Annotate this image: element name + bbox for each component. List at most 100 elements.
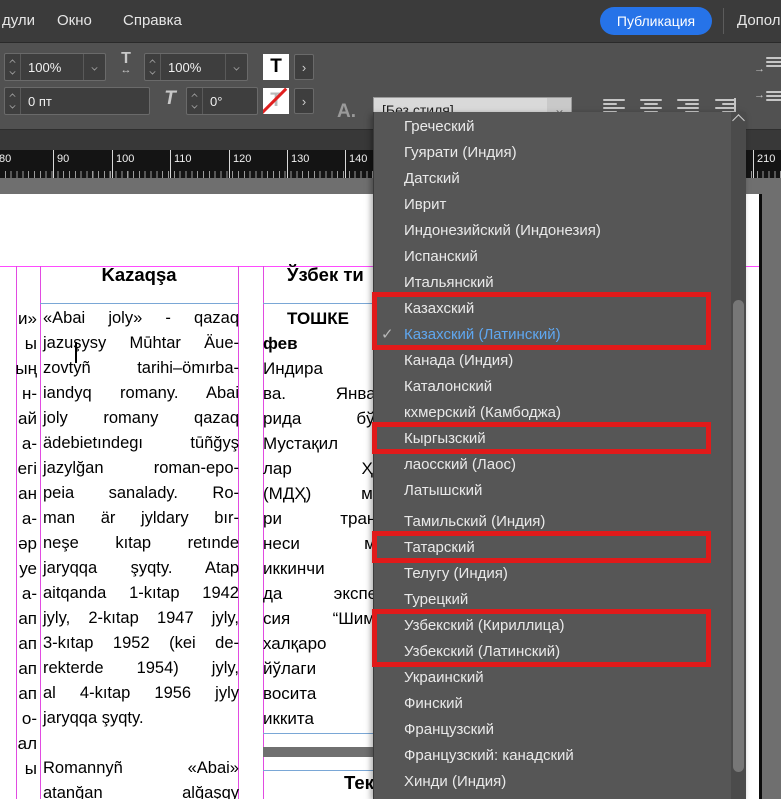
flyout-arrow-button[interactable]: › bbox=[294, 54, 314, 80]
text-line-fragment: ап bbox=[18, 609, 37, 628]
text-line: aitqanda 1-kıtap 1942 bbox=[43, 584, 239, 602]
language-option[interactable]: Латышский bbox=[374, 477, 731, 503]
annotation-highlight-box bbox=[372, 422, 711, 454]
scroll-up-icon[interactable] bbox=[732, 114, 745, 127]
stepper-arrows-icon[interactable] bbox=[5, 54, 21, 80]
skew-angle-value[interactable]: 0° bbox=[203, 94, 257, 109]
text-line-fragment: ап bbox=[18, 659, 37, 678]
indesign-window: дули Окно Справка Публикация Допол 100% … bbox=[0, 0, 781, 799]
language-option[interactable]: Датский bbox=[374, 165, 731, 191]
text-line: zovtyñ tarihi–ömırba- bbox=[43, 359, 239, 377]
text-line: jazylğan roman-epo- bbox=[43, 459, 239, 477]
kazakh-heading[interactable]: Kazaqşa bbox=[40, 264, 238, 286]
scale-tool-icon: T ↔ bbox=[120, 50, 132, 76]
text-line-fragment: а- bbox=[21, 584, 37, 603]
column-guide[interactable] bbox=[40, 266, 41, 799]
chevron-down-icon[interactable] bbox=[225, 54, 247, 80]
language-option[interactable]: Французский bbox=[374, 716, 731, 742]
text-line-fragment: ың bbox=[15, 359, 37, 378]
text-line-fragment: уе bbox=[19, 559, 37, 578]
text-line-fragment: ал bbox=[17, 734, 37, 753]
annotation-highlight-box bbox=[372, 531, 711, 563]
language-option[interactable]: Телугу (Индия) bbox=[374, 560, 731, 586]
language-option[interactable]: Канада (Индия) bbox=[374, 347, 731, 373]
horizontal-scale-value[interactable]: 100% bbox=[21, 60, 83, 75]
publish-button[interactable]: Публикация bbox=[600, 7, 712, 35]
menu-window[interactable]: Окно bbox=[57, 12, 92, 29]
language-option[interactable]: Иврит bbox=[374, 191, 731, 217]
chevron-down-icon[interactable] bbox=[83, 54, 105, 80]
menu-plugins[interactable]: дули bbox=[2, 12, 35, 29]
language-option[interactable]: Индонезийский (Индонезия) bbox=[374, 217, 731, 243]
language-option[interactable]: Испанский bbox=[374, 243, 731, 269]
text-line: atanğan alğaşqy bbox=[43, 784, 239, 799]
indent-first-line-icon[interactable]: → bbox=[754, 89, 781, 113]
language-option[interactable]: Украинский bbox=[374, 664, 731, 690]
text-line: «Abai joly» - qazaq bbox=[43, 309, 239, 327]
stroke-color-none-swatch[interactable]: T bbox=[263, 88, 289, 114]
page-edge-shadow bbox=[759, 194, 762, 799]
text-line: Romannyñ «Abai» bbox=[43, 759, 239, 777]
scrollbar-thumb[interactable] bbox=[733, 300, 744, 772]
text-line-fragment: ап bbox=[18, 634, 37, 653]
skew-tool-icon: T bbox=[164, 88, 176, 109]
language-option[interactable]: Греческий bbox=[374, 113, 731, 139]
text-line: jaryqqa şyqty. bbox=[43, 709, 144, 727]
left-column-text[interactable]: и» ы ың н-ай а-егі ан а-әр уе а-ап ап ап ап о-ал ы bbox=[0, 306, 37, 781]
vertical-scale-value[interactable]: 100% bbox=[161, 60, 225, 75]
text-line-fragment: әр bbox=[18, 534, 37, 553]
text-line: al 4-kıtap 1956 jyly bbox=[43, 684, 239, 702]
text-line: 3-kıtap 1952 (kei de- bbox=[43, 634, 239, 652]
language-option[interactable]: лаосский (Лаос) bbox=[374, 451, 731, 477]
menu-extra[interactable]: Допол bbox=[737, 12, 781, 29]
menu-help[interactable]: Справка bbox=[123, 12, 182, 29]
uzbek-section-heading[interactable]: Тек bbox=[344, 772, 374, 794]
uzbek-heading[interactable]: Ўзбек ти bbox=[287, 264, 364, 286]
ruler-tick-label: 110 bbox=[170, 150, 192, 178]
text-line-fragment: егі bbox=[17, 459, 37, 478]
kazakh-column-text[interactable]: «Abai joly» - qazaq jazuşysy Mūhtar Äue-z… bbox=[43, 306, 239, 799]
text-line-fragment: о- bbox=[21, 709, 37, 728]
language-dropdown-panel: Греческий Гуярати (Индия) Датский Иврит Индо… bbox=[373, 112, 746, 799]
baseline-shift-field[interactable]: 0 пт bbox=[4, 87, 150, 115]
vertical-scale-field[interactable]: 100% bbox=[144, 53, 248, 81]
text-line: jyly, 2-kıtap 1947 jyly, bbox=[43, 609, 239, 627]
text-frame-edge bbox=[40, 303, 238, 304]
menu-divider bbox=[723, 8, 724, 34]
text-line: jaryqqa şyqty. Atap bbox=[43, 559, 239, 577]
stepper-arrows-icon[interactable] bbox=[5, 88, 21, 114]
text-line-fragment: а- bbox=[21, 434, 37, 453]
stepper-arrows-icon[interactable] bbox=[187, 88, 203, 114]
annotation-highlight-box bbox=[372, 609, 711, 667]
language-option[interactable]: Финский bbox=[374, 690, 731, 716]
text-line: jazuşysy Mūhtar Äue- bbox=[43, 334, 239, 352]
text-line: iandyq romany. Abai bbox=[43, 384, 239, 402]
ruler-tick-label: 210 bbox=[753, 150, 775, 178]
language-option[interactable]: Французский: канадский bbox=[374, 742, 731, 768]
language-option[interactable]: Гуярати (Индия) bbox=[374, 139, 731, 165]
dropdown-scrollbar[interactable] bbox=[731, 112, 746, 799]
text-line: ädebietındegı tūñğyş bbox=[43, 434, 239, 452]
language-option[interactable]: Каталонский bbox=[374, 373, 731, 399]
text-line-fragment: ы bbox=[24, 334, 37, 353]
text-line: neşe kıtap retınde bbox=[43, 534, 239, 552]
text-line-fragment: ы bbox=[24, 759, 37, 778]
language-option[interactable]: Хинди (Индия) bbox=[374, 768, 731, 794]
menu-bar: дули Окно Справка Публикация Допол bbox=[0, 0, 781, 42]
baseline-shift-value[interactable]: 0 пт bbox=[21, 94, 149, 109]
text-line-fragment: ан bbox=[18, 484, 37, 503]
skew-angle-field[interactable]: 0° bbox=[186, 87, 258, 115]
text-line-fragment: н- bbox=[21, 384, 37, 403]
ruler-tick-label: 140 bbox=[345, 150, 367, 178]
indent-left-icon[interactable]: → bbox=[754, 55, 781, 79]
flyout-arrow-button[interactable]: › bbox=[294, 88, 314, 114]
text-line-fragment: а- bbox=[21, 509, 37, 528]
text-line-fragment: ап bbox=[18, 684, 37, 703]
text-line: rekterde 1954) jyly, bbox=[43, 659, 239, 677]
text-line: man är jyldary bır- bbox=[43, 509, 239, 527]
horizontal-scale-field[interactable]: 100% bbox=[4, 53, 106, 81]
stepper-arrows-icon[interactable] bbox=[145, 54, 161, 80]
character-color-swatch[interactable]: T bbox=[263, 54, 289, 80]
text-cursor bbox=[75, 342, 77, 363]
ruler-tick-label: 130 bbox=[287, 150, 309, 178]
